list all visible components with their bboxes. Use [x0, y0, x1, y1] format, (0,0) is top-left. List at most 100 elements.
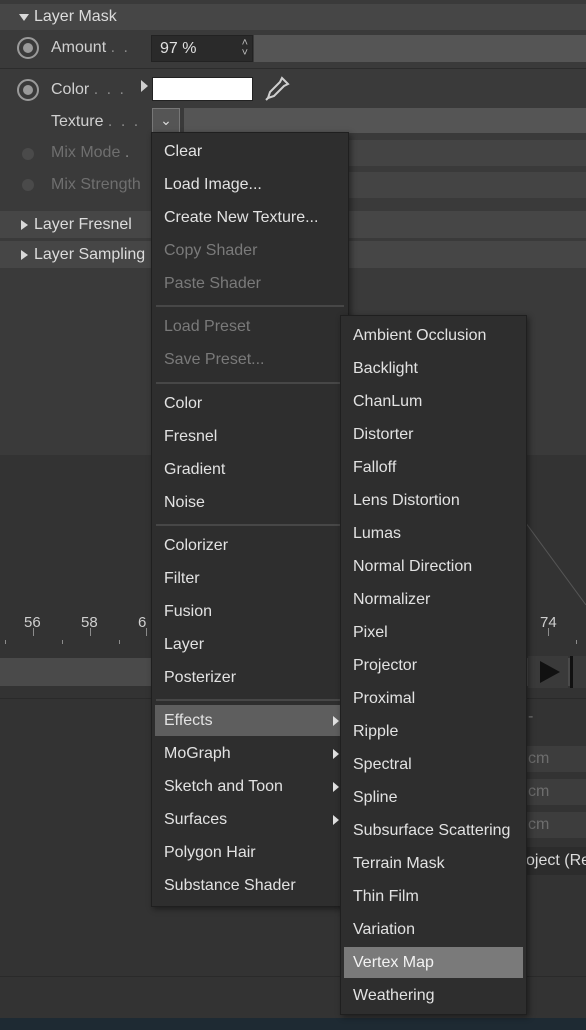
coordinate-field-y[interactable]: cm: [520, 779, 586, 805]
menu-item-color[interactable]: Color: [155, 388, 345, 419]
amount-animate-radio[interactable]: [17, 37, 39, 59]
color-swatch[interactable]: [152, 77, 253, 101]
mix-mode-label: Mix Mode .: [51, 144, 132, 161]
submenu-item-normal-direction[interactable]: Normal Direction: [344, 551, 523, 582]
menu-item-gradient[interactable]: Gradient: [155, 454, 345, 485]
menu-item-load-preset: Load Preset: [164, 317, 251, 335]
object-dropdown[interactable]: oject (Re: [520, 847, 586, 875]
submenu-arrow-icon: [333, 716, 339, 726]
play-button[interactable]: [528, 656, 568, 688]
menu-item-copy-shader: Copy Shader: [164, 241, 258, 259]
texture-preview-bar[interactable]: [184, 108, 586, 133]
menu-separator: [156, 305, 344, 307]
submenu-item-lens-distortion[interactable]: Lens Distortion: [344, 485, 523, 516]
mix-strength-field: [348, 172, 586, 198]
menu-item-polygon-hair[interactable]: Polygon Hair: [155, 837, 345, 868]
menu-item-colorizer[interactable]: Colorizer: [155, 530, 345, 561]
coordinate-field-x[interactable]: cm: [520, 746, 586, 772]
submenu-item-distorter[interactable]: Distorter: [344, 419, 523, 450]
color-expand-icon[interactable]: [141, 80, 148, 92]
color-animate-radio[interactable]: [17, 79, 39, 101]
viewport-grid-line: [520, 515, 586, 605]
menu-item-paste-shader: Paste Shader: [164, 274, 261, 292]
ruler-tick: [5, 640, 6, 644]
amount-stepper-icon[interactable]: ˄ ˅: [242, 38, 248, 59]
dash-text: -: [528, 708, 534, 725]
ruler-tick: [62, 640, 63, 644]
submenu-item-thin-film[interactable]: Thin Film: [344, 881, 523, 912]
submenu-item-vertex-map[interactable]: Vertex Map: [344, 947, 523, 978]
submenu-arrow-icon: [333, 782, 339, 792]
menu-separator: [156, 699, 344, 701]
menu-item-effects[interactable]: Effects: [155, 705, 345, 736]
submenu-item-spline[interactable]: Spline: [344, 782, 523, 813]
effects-submenu: Ambient Occlusion Backlight ChanLum Dist…: [340, 315, 527, 1015]
mix-mode-field: [348, 140, 586, 166]
mix-mode-radio: [22, 148, 34, 160]
play-icon: [540, 661, 560, 683]
menu-item-clear[interactable]: Clear: [155, 136, 345, 167]
amount-label: Amount . .: [51, 39, 130, 56]
submenu-item-pixel[interactable]: Pixel: [344, 617, 523, 648]
submenu-item-backlight[interactable]: Backlight: [344, 353, 523, 384]
texture-label: Texture . . .: [51, 113, 141, 130]
divider: [0, 68, 586, 69]
menu-item-create-new-texture[interactable]: Create New Texture...: [155, 202, 345, 233]
menu-item-substance-shader[interactable]: Substance Shader: [155, 870, 345, 901]
menu-separator: [156, 382, 344, 384]
next-frame-button[interactable]: [570, 656, 586, 688]
menu-item-layer[interactable]: Layer: [155, 629, 345, 660]
ruler-tick: [576, 640, 577, 644]
texture-dropdown-button[interactable]: ⌄: [152, 108, 180, 133]
submenu-item-ripple[interactable]: Ripple: [344, 716, 523, 747]
submenu-item-weathering[interactable]: Weathering: [344, 980, 523, 1011]
submenu-item-proximal[interactable]: Proximal: [344, 683, 523, 714]
ruler-tick: [548, 628, 549, 636]
ruler-tick: [33, 628, 34, 636]
menu-item-noise[interactable]: Noise: [155, 487, 345, 518]
menu-item-mograph[interactable]: MoGraph: [155, 738, 345, 769]
layer-mask-title: Layer Mask: [34, 8, 117, 25]
submenu-item-terrain-mask[interactable]: Terrain Mask: [344, 848, 523, 879]
mix-strength-label: Mix Strength: [51, 176, 141, 193]
submenu-item-lumas[interactable]: Lumas: [344, 518, 523, 549]
ruler-tick: [90, 628, 91, 636]
amount-value: 97 %: [160, 39, 197, 57]
menu-item-posterizer[interactable]: Posterizer: [155, 662, 345, 693]
layer-sampling-title: Layer Sampling: [34, 245, 146, 263]
ruler-tick: [146, 628, 147, 636]
collapsed-triangle-icon: [21, 249, 28, 260]
submenu-item-falloff[interactable]: Falloff: [344, 452, 523, 483]
amount-field[interactable]: 97 % ˄ ˅: [151, 35, 253, 62]
submenu-item-variation[interactable]: Variation: [344, 914, 523, 945]
submenu-item-chanlum[interactable]: ChanLum: [344, 386, 523, 417]
chevron-down-icon: ⌄: [160, 112, 172, 128]
submenu-item-normalizer[interactable]: Normalizer: [344, 584, 523, 615]
collapsed-triangle-icon: [21, 219, 28, 230]
amount-slider[interactable]: [254, 35, 586, 62]
menu-item-fusion[interactable]: Fusion: [155, 596, 345, 627]
status-bar: [0, 1018, 586, 1030]
menu-separator: [156, 524, 344, 526]
eyedropper-icon[interactable]: [262, 74, 292, 104]
submenu-item-projector[interactable]: Projector: [344, 650, 523, 681]
submenu-arrow-icon: [333, 815, 339, 825]
submenu-item-ambient-occlusion[interactable]: Ambient Occlusion: [344, 320, 523, 351]
ruler-tick: [119, 640, 120, 644]
layer-fresnel-title: Layer Fresnel: [34, 215, 132, 233]
submenu-item-subsurface-scattering[interactable]: Subsurface Scattering: [344, 815, 523, 846]
menu-item-filter[interactable]: Filter: [155, 563, 345, 594]
menu-item-surfaces[interactable]: Surfaces: [155, 804, 345, 835]
mix-strength-radio: [22, 179, 34, 191]
submenu-arrow-icon: [333, 749, 339, 759]
coordinate-field-z[interactable]: cm: [520, 812, 586, 838]
submenu-item-spectral[interactable]: Spectral: [344, 749, 523, 780]
texture-menu: Clear Load Image... Create New Texture..…: [151, 132, 349, 907]
menu-item-sketch-and-toon[interactable]: Sketch and Toon: [155, 771, 345, 802]
menu-item-fresnel[interactable]: Fresnel: [155, 421, 345, 452]
menu-item-load-image[interactable]: Load Image...: [155, 169, 345, 200]
expand-triangle-icon: [19, 13, 29, 21]
layer-mask-header[interactable]: Layer Mask: [0, 4, 586, 30]
menu-item-save-preset: Save Preset...: [164, 350, 265, 368]
color-label: Color . . .: [51, 81, 126, 98]
